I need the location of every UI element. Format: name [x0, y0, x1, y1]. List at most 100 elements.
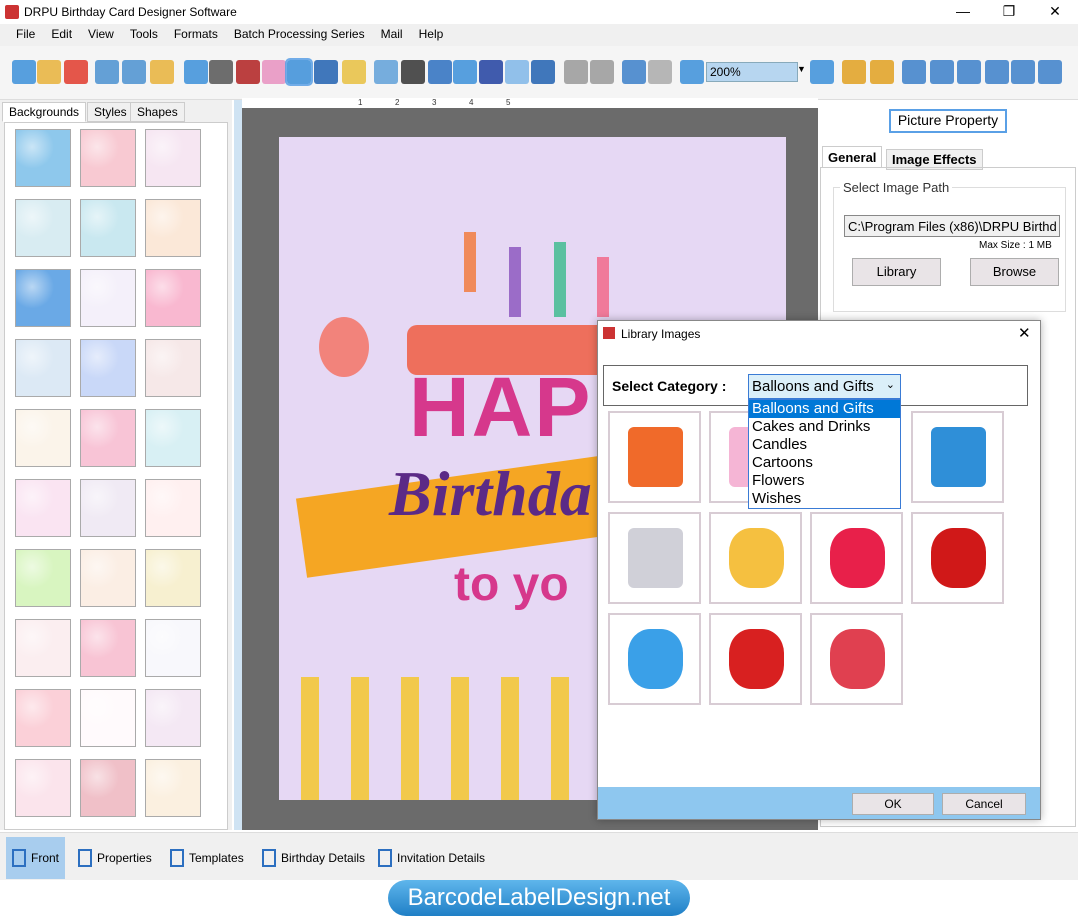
category-option[interactable]: Cakes and Drinks: [749, 418, 900, 436]
shapes-icon[interactable]: [342, 60, 366, 84]
arrow-down-icon[interactable]: [1038, 60, 1062, 84]
background-thumbnail[interactable]: [15, 549, 71, 607]
category-dropdown[interactable]: Balloons and Gifts ⌄: [748, 374, 901, 399]
bottom-tab-invitation-details[interactable]: Invitation Details: [372, 837, 491, 879]
zoom-out-icon[interactable]: [810, 60, 834, 84]
zoom-in-icon[interactable]: [680, 60, 704, 84]
arrow-left-icon[interactable]: [902, 60, 926, 84]
category-option[interactable]: Cartoons: [749, 454, 900, 472]
menu-file[interactable]: File: [8, 24, 43, 44]
zoom-select[interactable]: 200%: [706, 62, 798, 82]
mail-icon[interactable]: [505, 60, 529, 84]
library-image-balloons-card[interactable]: [709, 512, 802, 604]
print-icon[interactable]: [209, 60, 233, 84]
lock-icon[interactable]: [842, 60, 866, 84]
properties-icon[interactable]: [184, 60, 208, 84]
background-thumbnail[interactable]: [145, 199, 201, 257]
background-thumbnail[interactable]: [80, 409, 136, 467]
tab-shapes[interactable]: Shapes: [130, 102, 185, 122]
background-thumbnail[interactable]: [80, 619, 136, 677]
new-icon[interactable]: [12, 60, 36, 84]
background-thumbnail[interactable]: [15, 689, 71, 747]
tab-general[interactable]: General: [822, 146, 883, 168]
insert-picture-icon[interactable]: [285, 58, 313, 86]
background-thumbnail[interactable]: [15, 619, 71, 677]
background-thumbnail[interactable]: [15, 339, 71, 397]
library-image-gift-pile[interactable]: [810, 613, 903, 705]
tab-styles[interactable]: Styles: [87, 102, 134, 122]
close-button[interactable]: ✕: [1032, 0, 1078, 24]
background-thumbnail[interactable]: [145, 269, 201, 327]
layers-icon[interactable]: [236, 60, 260, 84]
category-option[interactable]: Balloons and Gifts: [749, 400, 900, 418]
maximize-button[interactable]: ❐: [986, 0, 1032, 24]
menu-view[interactable]: View: [80, 24, 122, 44]
ok-button[interactable]: OK: [852, 793, 934, 815]
bottom-tab-front[interactable]: Front: [6, 837, 66, 879]
save-as-icon[interactable]: [122, 60, 146, 84]
background-thumbnail[interactable]: [15, 129, 71, 187]
cancel-button[interactable]: Cancel: [942, 793, 1026, 815]
menu-tools[interactable]: Tools: [122, 24, 166, 44]
background-thumbnail[interactable]: [15, 479, 71, 537]
menu-mail[interactable]: Mail: [373, 24, 411, 44]
background-thumbnail[interactable]: [80, 689, 136, 747]
category-option[interactable]: Candles: [749, 436, 900, 454]
library-image-red-gift[interactable]: [709, 613, 802, 705]
background-thumbnail[interactable]: [145, 479, 201, 537]
library-image-heart-balloons[interactable]: [810, 512, 903, 604]
menu-help[interactable]: Help: [411, 24, 452, 44]
background-thumbnail[interactable]: [80, 199, 136, 257]
scrollbar[interactable]: [234, 100, 242, 830]
flip-icon[interactable]: [930, 60, 954, 84]
menu-batch-processing-series[interactable]: Batch Processing Series: [226, 24, 373, 44]
background-thumbnail[interactable]: [80, 759, 136, 817]
background-thumbnail[interactable]: [15, 269, 71, 327]
library-image-gift-box[interactable]: [608, 411, 701, 503]
close-icon[interactable]: [64, 60, 88, 84]
dialog-close-button[interactable]: ✕: [1018, 324, 1031, 342]
arrow-right-icon[interactable]: [957, 60, 981, 84]
background-thumbnail[interactable]: [145, 409, 201, 467]
background-thumbnail[interactable]: [15, 199, 71, 257]
unlock-icon[interactable]: [870, 60, 894, 84]
background-thumbnail[interactable]: [80, 549, 136, 607]
chevron-down-icon[interactable]: ▼: [797, 64, 806, 74]
background-thumbnail[interactable]: [80, 479, 136, 537]
open-icon[interactable]: [37, 60, 61, 84]
redo-icon[interactable]: [648, 60, 672, 84]
text-box-icon[interactable]: [453, 60, 477, 84]
arrow-up-icon[interactable]: [985, 60, 1009, 84]
undo-icon[interactable]: [622, 60, 646, 84]
text-icon[interactable]: [428, 60, 452, 84]
minimize-button[interactable]: —: [940, 0, 986, 24]
browse-button[interactable]: Browse: [970, 258, 1059, 286]
background-thumbnail[interactable]: [15, 409, 71, 467]
category-option[interactable]: Flowers: [749, 472, 900, 490]
bottom-tab-templates[interactable]: Templates: [164, 837, 250, 879]
export-icon[interactable]: [150, 60, 174, 84]
background-thumbnail[interactable]: [80, 129, 136, 187]
library-image-gift-heart-box[interactable]: [911, 411, 1004, 503]
background-thumbnail[interactable]: [15, 759, 71, 817]
bottom-tab-properties[interactable]: Properties: [72, 837, 158, 879]
background-thumbnail[interactable]: [145, 759, 201, 817]
category-option[interactable]: Wishes: [749, 490, 900, 508]
wordart-icon[interactable]: [374, 60, 398, 84]
signature-icon[interactable]: [479, 60, 503, 84]
barcode-icon[interactable]: [401, 60, 425, 84]
tab-backgrounds[interactable]: Backgrounds: [2, 102, 87, 122]
pen-icon[interactable]: [314, 60, 338, 84]
image-path-input[interactable]: C:\Program Files (x86)\DRPU Birthd: [844, 215, 1060, 237]
menu-formats[interactable]: Formats: [166, 24, 226, 44]
library-image-red-balloons[interactable]: [911, 512, 1004, 604]
save-icon[interactable]: [95, 60, 119, 84]
database-icon[interactable]: [564, 60, 588, 84]
align-icon[interactable]: [1011, 60, 1035, 84]
bottom-tab-birthday-details[interactable]: Birthday Details: [256, 837, 371, 879]
background-thumbnail[interactable]: [145, 129, 201, 187]
library-button[interactable]: Library: [852, 258, 941, 286]
background-thumbnail[interactable]: [145, 339, 201, 397]
library-image-pink-gift[interactable]: [608, 512, 701, 604]
library-image-colorful-balloons[interactable]: [608, 613, 701, 705]
